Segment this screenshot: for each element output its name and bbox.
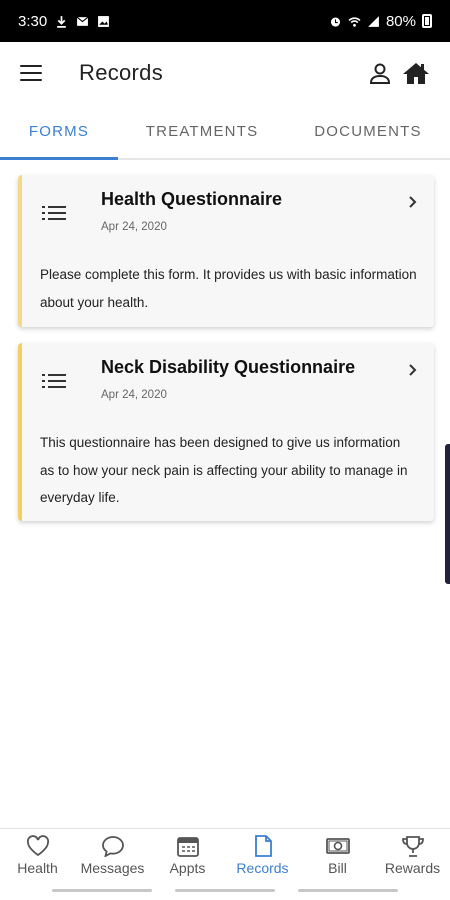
chevron-right-icon[interactable] xyxy=(408,363,418,377)
signal-icon xyxy=(368,15,379,27)
edge-panel-handle[interactable] xyxy=(445,444,450,584)
heart-icon xyxy=(26,835,49,857)
nav-label: Bill xyxy=(328,860,347,876)
calendar-icon xyxy=(176,837,199,857)
list-icon xyxy=(42,374,66,388)
nav-label: Health xyxy=(17,860,58,876)
gesture-segment[interactable] xyxy=(51,888,152,892)
chat-bubble-icon xyxy=(101,836,124,857)
list-icon xyxy=(42,206,66,220)
nav-appts[interactable]: Appts xyxy=(150,829,225,880)
nav-records[interactable]: Records xyxy=(225,829,300,880)
money-icon xyxy=(325,838,350,854)
status-bar: 3:30 80% xyxy=(0,0,450,42)
system-gesture-bar xyxy=(0,880,450,900)
form-description: This questionnaire has been designed to … xyxy=(40,435,408,505)
form-title: Neck Disability Questionnaire xyxy=(101,357,356,377)
nav-label: Messages xyxy=(80,860,145,876)
image-icon xyxy=(98,15,110,27)
nav-messages[interactable]: Messages xyxy=(75,829,150,880)
page-title: Records xyxy=(79,60,164,85)
tab-treatments[interactable]: TREATMENTS xyxy=(118,104,286,158)
profile-icon[interactable] xyxy=(368,61,392,85)
form-card-health-questionnaire[interactable]: Health Questionnaire Apr 24, 2020 Please… xyxy=(18,175,434,327)
form-title: Health Questionnaire xyxy=(101,189,283,209)
nav-label: Records xyxy=(236,860,289,876)
forms-list: Health Questionnaire Apr 24, 2020 Please… xyxy=(0,160,450,828)
nav-rewards[interactable]: Rewards xyxy=(375,829,450,880)
form-card-neck-disability-questionnaire[interactable]: Neck Disability Questionnaire Apr 24, 20… xyxy=(18,343,434,521)
battery-percent: 80% xyxy=(385,12,416,30)
tab-bar: FORMS TREATMENTS DOCUMENTS xyxy=(0,104,450,160)
wifi-icon xyxy=(348,16,361,27)
trophy-icon xyxy=(401,836,424,857)
status-time: 3:30 xyxy=(18,12,48,30)
alarm-icon xyxy=(330,16,341,27)
app-bar: Records xyxy=(0,42,450,104)
gesture-segment[interactable] xyxy=(174,888,275,892)
download-icon xyxy=(57,15,67,28)
battery-icon xyxy=(422,14,432,28)
form-description: Please complete this form. It provides u… xyxy=(40,267,417,310)
nav-label: Rewards xyxy=(384,860,441,876)
nav-health[interactable]: Health xyxy=(0,829,75,880)
nav-bill[interactable]: Bill xyxy=(300,829,375,880)
form-date: Apr 24, 2020 xyxy=(101,389,167,401)
menu-icon[interactable] xyxy=(20,65,42,81)
chevron-right-icon[interactable] xyxy=(408,195,418,209)
tab-documents[interactable]: DOCUMENTS xyxy=(286,104,450,158)
gesture-segment[interactable] xyxy=(298,888,399,892)
nav-label: Appts xyxy=(169,860,206,876)
mail-icon xyxy=(76,16,89,26)
bottom-nav: Health Messages Appts Records Bill Rewar… xyxy=(0,828,450,880)
form-date: Apr 24, 2020 xyxy=(101,221,167,233)
tab-forms[interactable]: FORMS xyxy=(0,104,118,160)
document-icon xyxy=(254,835,272,857)
home-icon[interactable] xyxy=(402,61,430,85)
